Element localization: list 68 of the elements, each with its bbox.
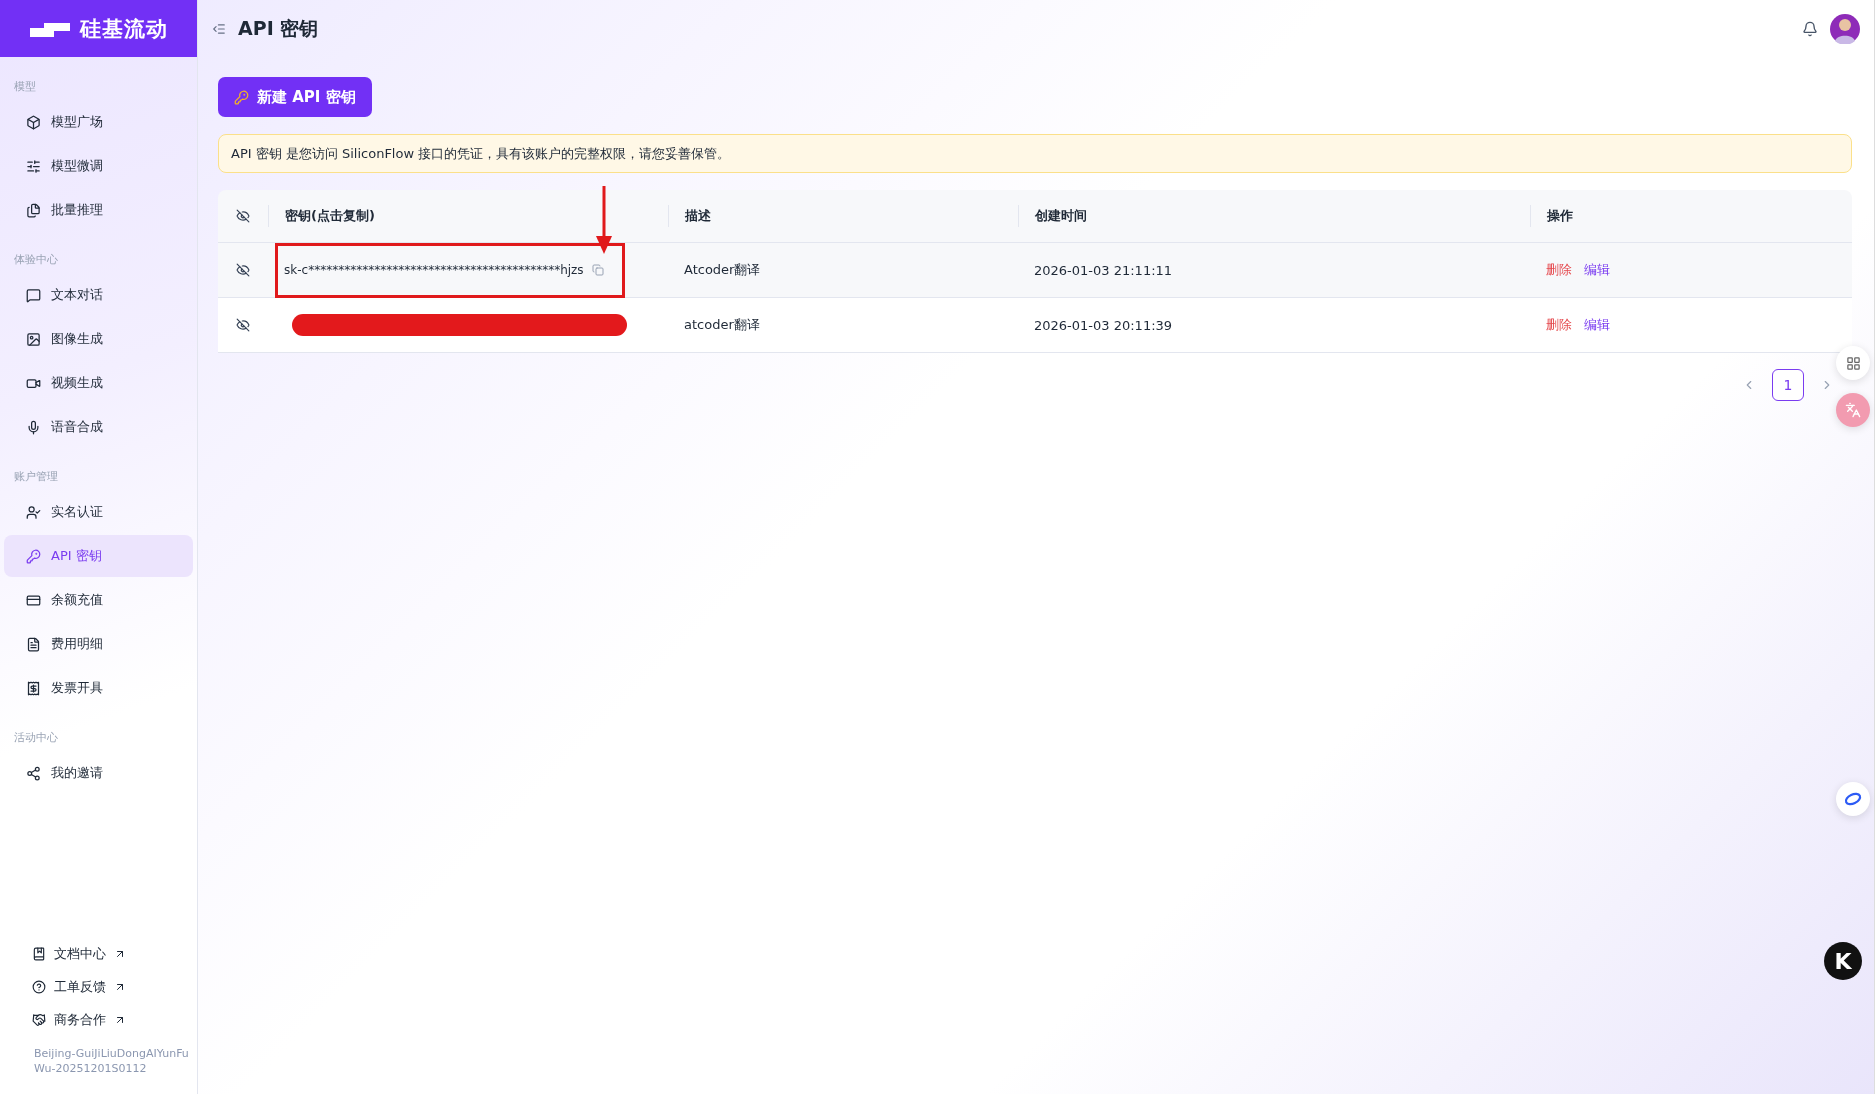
build-version-text: Beijing-GuiJiLiuDongAIYunFuWu-20251201S0112 (34, 1046, 190, 1076)
link-icon (32, 1012, 46, 1027)
sidebar-item[interactable]: 我的邀请 (4, 752, 193, 794)
sidebar-item-icon (26, 765, 41, 781)
sidebar-item-icon (26, 331, 41, 347)
table-cell-text: 2026-01-03 20:11:39 (1033, 317, 1174, 333)
column-header: 操作 (1530, 205, 1852, 227)
sidebar-item-icon (26, 287, 41, 303)
link-icon (32, 979, 46, 994)
sidebar-item[interactable]: 模型广场 (4, 101, 193, 143)
external-link[interactable]: 商务合作 (32, 1007, 193, 1032)
sidebar-item[interactable]: 图像生成 (4, 318, 193, 360)
sidebar-item[interactable]: API 密钥 (4, 535, 193, 577)
delete-link[interactable]: 删除 (1546, 316, 1572, 334)
sidebar-item-icon (26, 548, 41, 564)
column-header: 创建时间 (1018, 205, 1530, 227)
table-cell-text: 2026-01-03 21:11:11 (1033, 262, 1174, 278)
sidebar-item-icon (26, 419, 41, 435)
table-cell-text: Atcoder翻译 (683, 261, 762, 279)
sidebar-item-icon (26, 636, 41, 652)
annotation-arrow (594, 186, 614, 256)
apps-float-button[interactable] (1836, 346, 1870, 380)
sidebar-item[interactable]: 批量推理 (4, 189, 193, 231)
sidebar-section-label: 模型 (13, 79, 37, 95)
sidebar-section-label: 体验中心 (13, 252, 59, 268)
sidebar-item-icon (26, 680, 41, 696)
new-api-key-button[interactable]: 新建 API 密钥 (218, 77, 372, 117)
edit-link[interactable]: 编辑 (1584, 316, 1610, 334)
sidebar-item[interactable]: 发票开具 (4, 667, 193, 709)
page-title: API 密钥 (238, 15, 319, 41)
logo-text: 硅基流动 (79, 15, 168, 43)
grid-icon (1845, 355, 1861, 371)
external-link[interactable]: 工单反馈 (32, 974, 193, 999)
sidebar-item[interactable]: 模型微调 (4, 145, 193, 187)
column-header: 密钥(点击复制) (268, 205, 668, 227)
external-link[interactable]: 文档中心 (32, 941, 193, 966)
sidebar-item[interactable]: 余额充值 (4, 579, 193, 621)
sidebar-section-label: 账户管理 (13, 469, 59, 485)
api-key-text[interactable]: sk-c******************************************hjzs (284, 263, 584, 277)
sidebar-item[interactable]: 费用明细 (4, 623, 193, 665)
notification-bell-icon[interactable] (1802, 20, 1818, 37)
link-icon (32, 946, 46, 961)
sidebar-item[interactable]: 语音合成 (4, 406, 193, 448)
toggle-visibility-icon[interactable] (236, 209, 250, 223)
edit-link[interactable]: 编辑 (1584, 261, 1610, 279)
sidebar-item-icon (26, 504, 41, 520)
ring-icon (1844, 792, 1862, 806)
sidebar-section-label: 活动中心 (13, 730, 59, 746)
toggle-visibility-icon[interactable] (236, 263, 250, 277)
notice-banner: API 密钥 是您访问 SiliconFlow 接口的凭证，具有该账户的完整权限，请您妥善保管。 (218, 134, 1852, 173)
key-icon (234, 89, 249, 105)
delete-link[interactable]: 删除 (1546, 261, 1572, 279)
collapse-menu-icon[interactable] (212, 21, 226, 36)
sidebar-item-icon (26, 202, 41, 218)
toggle-visibility-icon[interactable] (236, 318, 250, 332)
table-cell-text: atcoder翻译 (683, 316, 761, 334)
assistant-float-button[interactable] (1836, 782, 1870, 816)
floating-badge[interactable]: K (1824, 942, 1862, 980)
sidebar-item-icon (26, 158, 41, 174)
sidebar-item-icon (26, 114, 41, 130)
page-button[interactable]: 1 (1772, 369, 1804, 401)
user-avatar[interactable] (1830, 13, 1860, 44)
sidebar-item[interactable]: 文本对话 (4, 274, 193, 316)
column-header: 描述 (668, 205, 1018, 227)
sidebar-item-icon (26, 592, 41, 608)
translate-icon (1845, 402, 1861, 418)
sidebar-item[interactable]: 视频生成 (4, 362, 193, 404)
sidebar-item[interactable]: 实名认证 (4, 491, 193, 533)
